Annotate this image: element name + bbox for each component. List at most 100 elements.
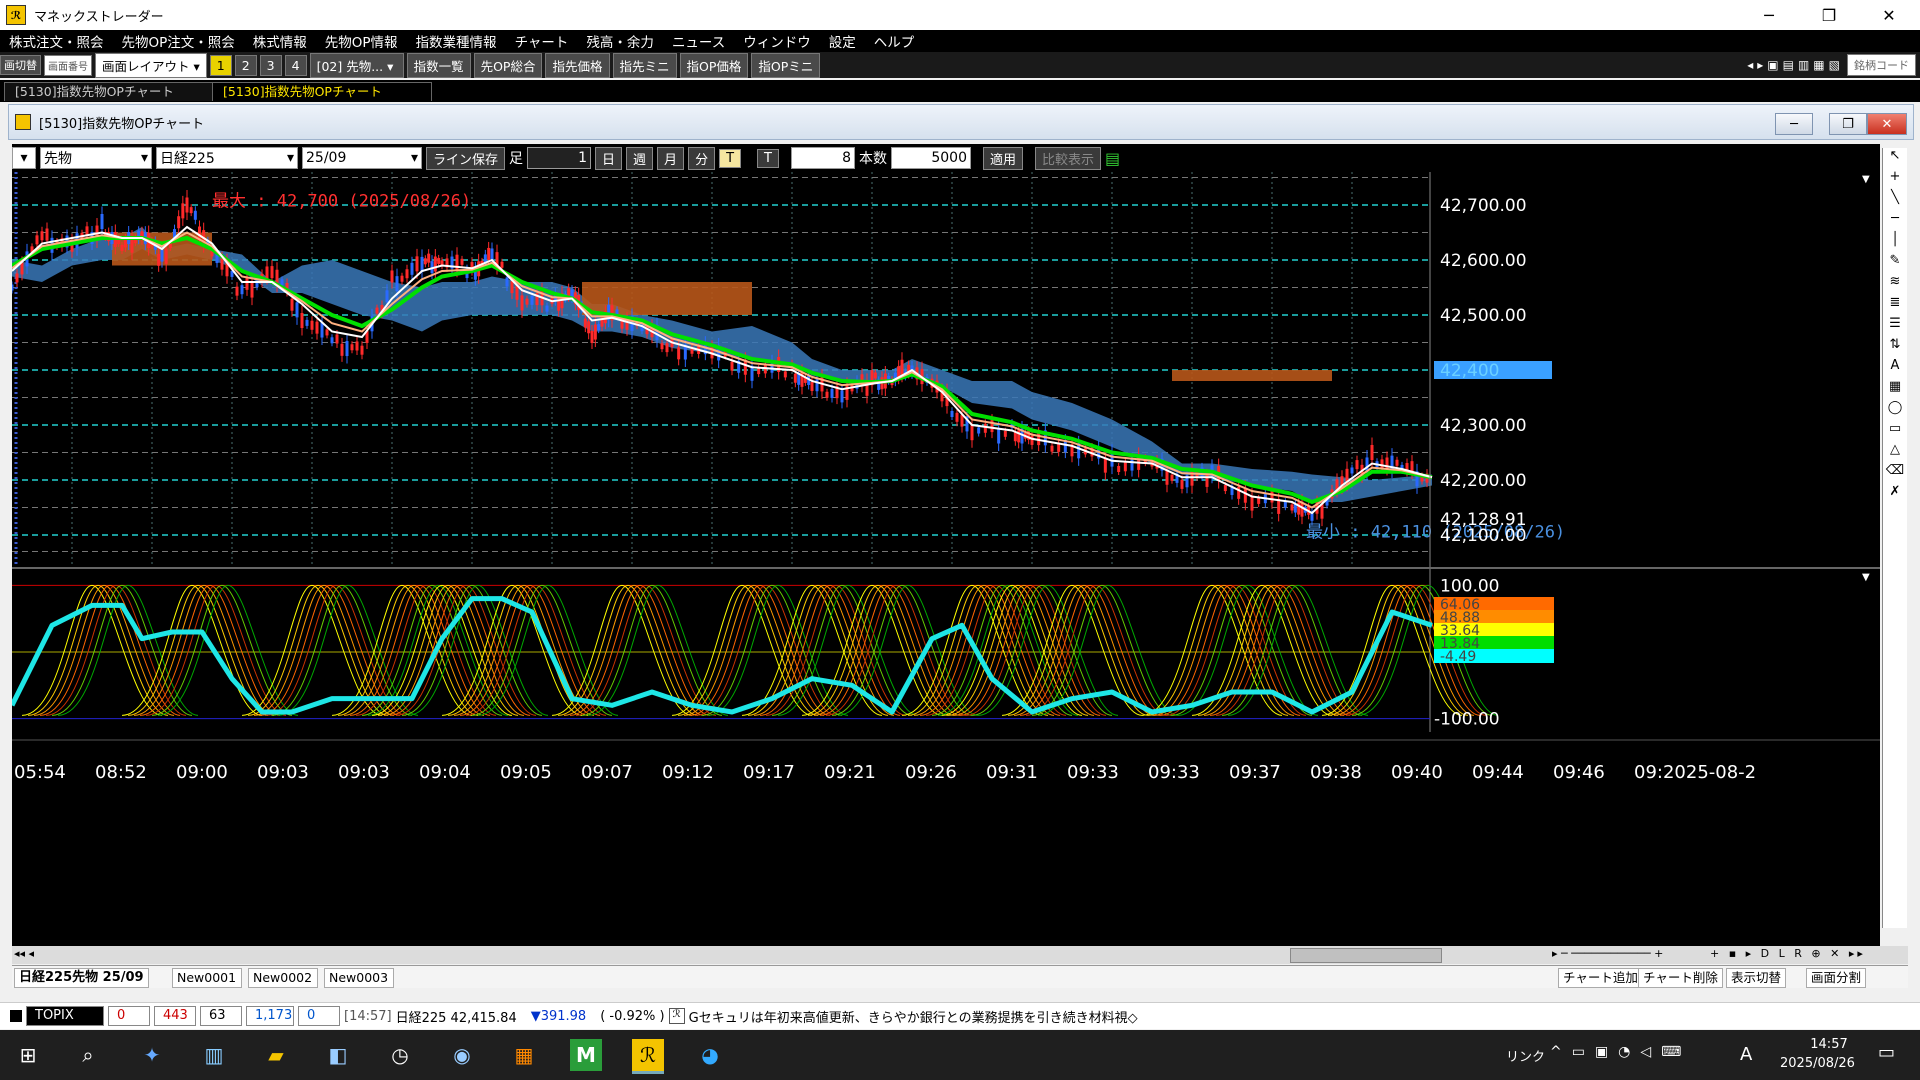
layout-2-button[interactable]: 2 <box>234 54 257 76</box>
crosshair-tool-icon[interactable]: + <box>1883 169 1907 190</box>
trend-line-tool-icon[interactable]: ╲ <box>1883 190 1907 211</box>
chart-tab-new0003[interactable]: New0003 <box>324 968 394 988</box>
pen-tool-icon[interactable]: ✎ <box>1883 253 1907 274</box>
cursor-tool-icon[interactable]: ↖ <box>1883 148 1907 169</box>
chart-area[interactable]: 最大 : 42,700 (2025/08/26) 最小 : 42,110 (202… <box>9 172 1880 948</box>
menu-stock-info[interactable]: 株式情報 <box>244 31 316 51</box>
period-month-button[interactable]: 月 <box>657 146 685 170</box>
menu-window[interactable]: ウィンドウ <box>734 31 820 51</box>
menu-index-info[interactable]: 指数業種情報 <box>407 31 506 51</box>
compare-button[interactable]: 比較表示 <box>1035 146 1102 170</box>
scroll-thumb[interactable] <box>1290 948 1442 963</box>
channel-tool-icon[interactable]: ≣ <box>1883 295 1907 316</box>
chart-close-button[interactable]: ✕ <box>1867 113 1907 135</box>
screen-select[interactable]: [02] 先物... ▾ <box>309 52 404 78</box>
window-tab-1[interactable]: [5130]指数先物OPチャート <box>4 82 216 101</box>
edge-icon[interactable]: ◕ <box>694 1039 726 1071</box>
eraser-tool-icon[interactable]: ⌫ <box>1883 463 1907 484</box>
layout-1-button[interactable]: 1 <box>209 54 232 76</box>
file-explorer-icon[interactable]: ▰ <box>260 1039 292 1071</box>
scroll-right-icons[interactable]: + ▪ ▸ D L R ⊕ ✕ ▸▸ <box>1710 947 1866 960</box>
app-icon-4[interactable]: ◧ <box>322 1039 354 1071</box>
windows-start-icon[interactable]: ⊞ <box>12 1039 44 1071</box>
triangle-tool-icon[interactable]: △ <box>1883 442 1907 463</box>
code-input[interactable]: 銘柄コード <box>1847 54 1916 76</box>
chart-svg[interactable]: 最大 : 42,700 (2025/08/26)最小 : 42,110 (202… <box>9 172 1880 948</box>
chart-menu-dropdown[interactable]: ▾ <box>12 147 36 169</box>
taskbar-time[interactable]: 14:57 <box>1794 1037 1864 1052</box>
zoom-slider[interactable]: ▸ ─ ──────────── + <box>1552 947 1663 960</box>
gann-tool-icon[interactable]: ☰ <box>1883 316 1907 337</box>
menu-chart[interactable]: チャート <box>506 31 578 51</box>
trader-app-icon[interactable]: ℛ <box>632 1039 664 1074</box>
ime-indicator[interactable]: A <box>1740 1044 1752 1065</box>
rectangle-tool-icon[interactable]: ▭ <box>1883 421 1907 442</box>
chart-minimize-button[interactable]: ─ <box>1775 113 1813 135</box>
tray-icons[interactable]: ^▭▣◔◁⌨ <box>1550 1044 1691 1060</box>
chart-maximize-button[interactable]: ❐ <box>1829 113 1867 135</box>
app-icon-2[interactable]: ▥ <box>198 1039 230 1071</box>
month-select[interactable]: 25/09 ▾ <box>302 147 422 169</box>
horizontal-line-tool-icon[interactable]: ─ <box>1883 211 1907 232</box>
menu-stock-order[interactable]: 株式注文・照会 <box>0 31 113 51</box>
chart-tab-new0001[interactable]: New0001 <box>172 968 242 988</box>
period-tick-button[interactable]: T <box>719 148 742 168</box>
search-icon[interactable]: ⌕ <box>72 1039 104 1071</box>
line-save-button[interactable]: ライン保存 <box>426 146 506 170</box>
app-icon-7[interactable]: ▦ <box>508 1039 540 1071</box>
period-week-button[interactable]: 週 <box>626 146 654 170</box>
menu-balance[interactable]: 残高・余力 <box>577 31 663 51</box>
close-button[interactable]: ✕ <box>1866 0 1912 30</box>
scroll-left-icons[interactable]: ◂◂ ◂ <box>14 947 34 960</box>
clock-app-icon[interactable]: ◷ <box>384 1039 416 1071</box>
ellipse-tool-icon[interactable]: ◯ <box>1883 400 1907 421</box>
period-minute-button[interactable]: 分 <box>688 146 716 170</box>
maximize-button[interactable]: ❐ <box>1806 0 1852 30</box>
fibonacci-tool-icon[interactable]: ≋ <box>1883 274 1907 295</box>
menu-futures-order[interactable]: 先物OP注文・照会 <box>113 31 244 51</box>
t-value-input[interactable]: 8 <box>790 147 855 169</box>
mt4-icon[interactable]: ◉ <box>446 1039 478 1071</box>
honsu-input[interactable]: 5000 <box>890 147 971 169</box>
arrow-tool-icon[interactable]: ⇅ <box>1883 337 1907 358</box>
text-tool-icon[interactable]: A <box>1883 358 1907 379</box>
toolbar-icons[interactable]: ◂▸▣▤▥▦▧ <box>1747 58 1844 72</box>
erase-all-tool-icon[interactable]: ✗ <box>1883 484 1907 505</box>
delete-chart-button[interactable]: チャート削除 <box>1638 968 1723 988</box>
index-futures-mini-button[interactable]: 指先ミニ <box>612 52 677 78</box>
split-screen-button[interactable]: 画面分割 <box>1806 968 1867 988</box>
index-select[interactable]: 日経225 ▾ <box>156 147 298 169</box>
menu-settings[interactable]: 設定 <box>820 31 865 51</box>
menu-futures-info[interactable]: 先物OP情報 <box>316 31 407 51</box>
add-chart-button[interactable]: チャート追加 <box>1558 968 1643 988</box>
window-tab-2[interactable]: [5130]指数先物OPチャート <box>212 82 432 101</box>
notification-icon[interactable]: ▭ <box>1878 1042 1895 1063</box>
type-select[interactable]: 先物 ▾ <box>40 147 152 169</box>
layout-3-button[interactable]: 3 <box>259 54 282 76</box>
futures-op-summary-button[interactable]: 先OP総合 <box>473 52 543 78</box>
minimize-button[interactable]: ─ <box>1746 0 1792 30</box>
screen-number-input[interactable]: 画面番号 <box>44 54 92 76</box>
chart-settings-icon[interactable]: ▤ <box>1105 149 1120 168</box>
layout-select[interactable]: 画面レイアウト ▾ <box>95 52 207 78</box>
index-op-price-button[interactable]: 指OP価格 <box>679 52 749 78</box>
copilot-icon[interactable]: ✦ <box>136 1039 168 1071</box>
grid-tool-icon[interactable]: ▦ <box>1883 379 1907 400</box>
status-news[interactable]: Gセキュリは年初来高値更新、きらやか銀行との業務提携を引き続き材料視◇ <box>689 1007 1138 1026</box>
taskbar-date[interactable]: 2025/08/26 <box>1780 1056 1855 1071</box>
menu-news[interactable]: ニュース <box>663 31 734 51</box>
display-toggle-button[interactable]: 表示切替 <box>1726 968 1787 988</box>
chart-tab-nikkei[interactable]: 日経225先物 25/09 <box>14 968 149 988</box>
index-futures-price-button[interactable]: 指先価格 <box>545 52 610 78</box>
ashi-input[interactable]: 1 <box>527 147 592 169</box>
screen-switch-button[interactable]: 画切替 <box>0 55 41 75</box>
menu-help[interactable]: ヘルプ <box>865 31 924 51</box>
index-list-button[interactable]: 指数一覧 <box>406 52 471 78</box>
index-op-mini-button[interactable]: 指OPミニ <box>751 52 821 78</box>
link-label[interactable]: リンク <box>1506 1046 1545 1065</box>
vertical-line-tool-icon[interactable]: │ <box>1883 232 1907 253</box>
monex-icon[interactable]: M <box>570 1039 602 1071</box>
status-toggle[interactable] <box>10 1010 22 1022</box>
layout-4-button[interactable]: 4 <box>284 54 307 76</box>
apply-button[interactable]: 適用 <box>982 146 1023 170</box>
